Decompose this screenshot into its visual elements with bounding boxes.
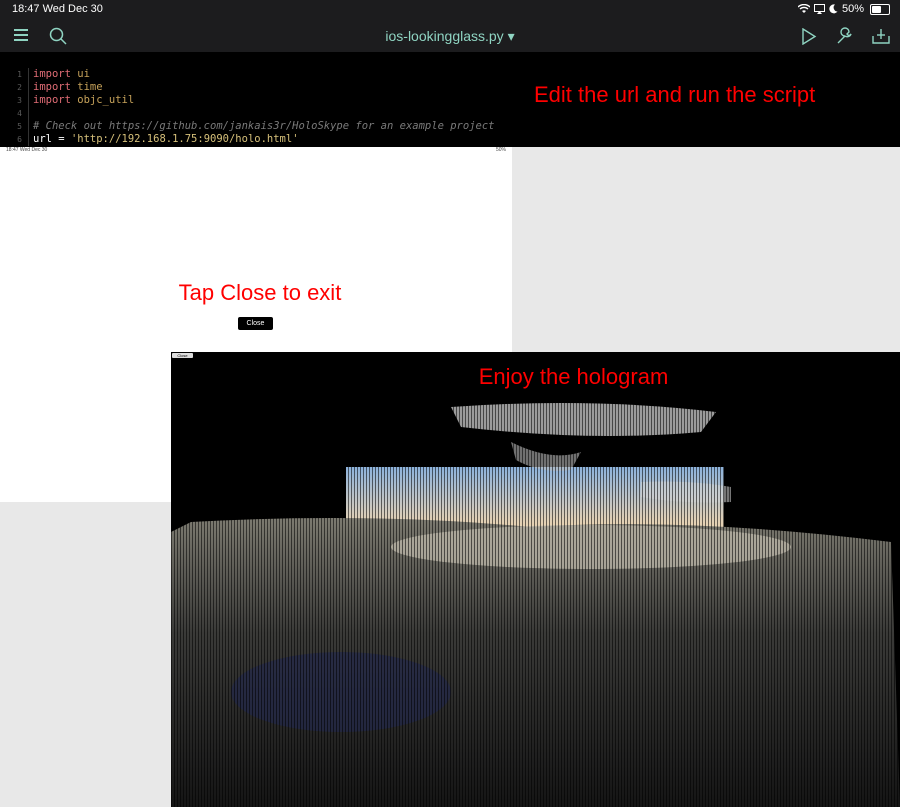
annotation-enjoy-hologram: Enjoy the hologram: [478, 364, 669, 389]
code-area[interactable]: 1 import ui 2 import time 3 import objc_uti…: [0, 68, 520, 146]
mini-status-time: 18:47 Wed Dec 30: [6, 147, 48, 153]
code-line: 2 import time: [0, 81, 520, 94]
hologram-image: [171, 352, 900, 807]
hologram-close-button[interactable]: Close: [172, 353, 193, 358]
code-line: 3 import objc_util: [0, 94, 520, 107]
close-button[interactable]: Close: [238, 317, 273, 330]
battery-icon: [870, 3, 890, 15]
annotation-edit-url: Edit the url and run the script: [534, 82, 816, 107]
wifi-icon: [797, 4, 810, 13]
hologram-view: Close Enjoy the hologram: [171, 352, 900, 807]
status-time: 18:47 Wed Dec 30: [12, 3, 103, 15]
code-line: 5 # Check out https://github.com/jankais3…: [0, 120, 520, 133]
annotation-tap-close: Tap Close to exit: [178, 280, 342, 305]
code-editor[interactable]: 18:47 Wed Dec 30 50% ios-lookingglass.py: [0, 0, 900, 147]
moon-icon: [829, 4, 838, 14]
wrench-icon[interactable]: [836, 27, 854, 45]
file-title[interactable]: ios-lookingglass.py ▾: [0, 28, 900, 45]
screen-mirror-icon: [813, 4, 825, 14]
code-line: 1 import ui: [0, 68, 520, 81]
mini-status-battery: 50%: [495, 147, 506, 153]
status-indicators: 50%: [797, 3, 890, 15]
code-line: 6 url = 'http://192.168.1.75:9090/holo.ht…: [0, 133, 520, 146]
play-icon[interactable]: [801, 28, 817, 45]
status-bar: 18:47 Wed Dec 30 50%: [0, 0, 900, 20]
editor-toolbar: ios-lookingglass.py ▾: [0, 20, 900, 52]
code-line: 4: [0, 107, 520, 120]
share-icon[interactable]: [872, 27, 890, 45]
battery-percent: 50%: [841, 3, 864, 15]
